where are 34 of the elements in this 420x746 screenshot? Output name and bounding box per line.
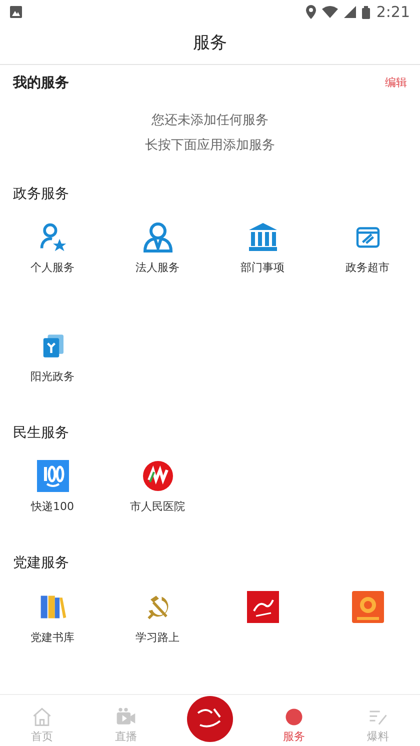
section-title: 民生服务	[13, 424, 69, 442]
service-label[interactable]: 个人服务	[30, 260, 74, 276]
edit-link[interactable]: 编辑	[385, 74, 407, 92]
express-logo-icon[interactable]	[36, 460, 68, 492]
wifi-icon	[322, 6, 338, 18]
service-label[interactable]: 部门事项	[240, 260, 284, 276]
section-title: 党建服务	[13, 554, 69, 573]
status-time: 2:21	[376, 2, 410, 23]
notification-icon	[10, 6, 22, 18]
person-icon[interactable]	[142, 221, 174, 253]
nav-tab[interactable]: 服务	[252, 706, 336, 745]
bank-icon[interactable]	[246, 221, 278, 253]
section-title: 我的服务	[13, 74, 69, 92]
service-label[interactable]: 法人服务	[136, 260, 180, 276]
signal-icon	[344, 6, 356, 18]
empty-message: 长按下面应用添加服务	[145, 137, 275, 154]
empty-message: 您还未添加任何服务	[152, 112, 268, 129]
home-icon	[31, 706, 53, 728]
center-logo-icon[interactable]	[186, 695, 234, 743]
service-label[interactable]: 党建书库	[30, 630, 74, 646]
app-logo-icon[interactable]	[246, 590, 278, 622]
service-label[interactable]: 市人民医院	[130, 499, 185, 516]
service-label[interactable]: 学习路上	[136, 630, 180, 646]
page-title: 服务	[193, 32, 227, 56]
service-label[interactable]: 政务超市	[346, 260, 390, 276]
service-label[interactable]: 快递100	[31, 499, 74, 516]
battery-icon	[362, 6, 370, 18]
video-camera-icon	[115, 706, 137, 728]
hospital-logo-icon[interactable]	[142, 460, 174, 492]
section-title: 政务服务	[13, 184, 69, 204]
location-icon	[306, 5, 316, 19]
service-label[interactable]: 阳光政务	[30, 368, 74, 385]
app-logo-icon[interactable]	[352, 590, 384, 622]
person-star-icon[interactable]	[38, 222, 68, 252]
